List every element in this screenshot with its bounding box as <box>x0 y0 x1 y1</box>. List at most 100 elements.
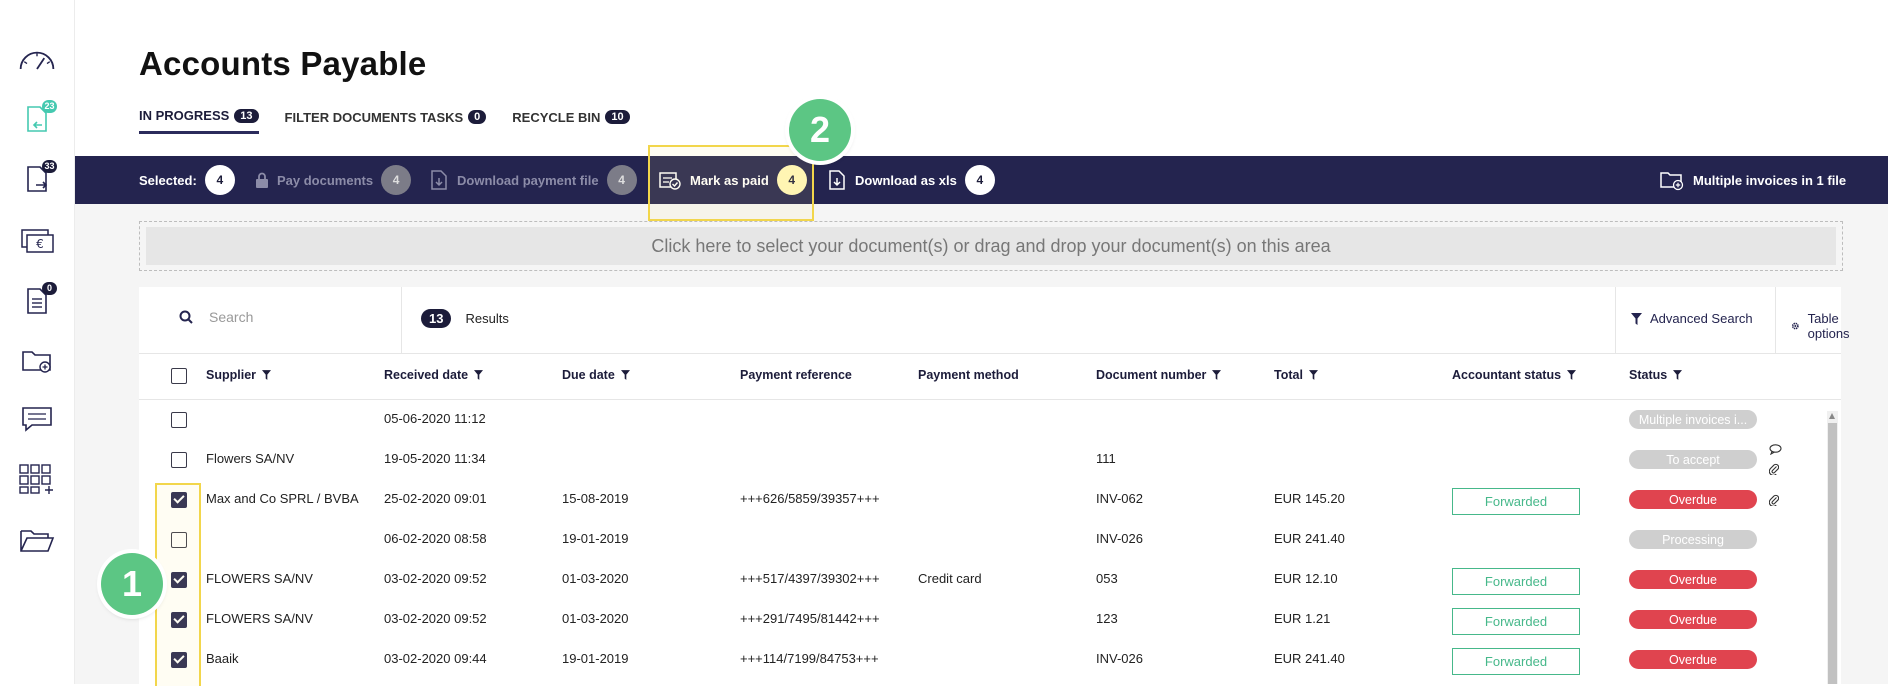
cell-payment-method: Credit card <box>918 571 982 586</box>
cell-payment-reference: +++517/4397/39302+++ <box>740 571 880 586</box>
cell-document-number: INV-062 <box>1096 491 1143 506</box>
accountant-status-badge: Forwarded <box>1452 608 1580 635</box>
main-area: Accounts Payable IN PROGRESS 13 FILTER D… <box>75 0 1888 684</box>
search-box[interactable]: Search <box>179 309 253 325</box>
cell-received-date: 05-06-2020 11:12 <box>384 411 486 426</box>
accountant-status-badge: Forwarded <box>1452 648 1580 675</box>
table-row[interactable]: 05-06-2020 11:12 Multiple invoices i... <box>139 399 1819 439</box>
folder-add-icon[interactable] <box>17 342 57 380</box>
page-header: Accounts Payable IN PROGRESS 13 FILTER D… <box>75 0 1888 156</box>
attachment-icon[interactable] <box>1768 462 1782 480</box>
table-row[interactable]: FLOWERS SA/NV 03-02-2020 09:52 01-03-2020 +… <box>139 599 1819 639</box>
cell-due-date: 19-01-2019 <box>562 651 629 666</box>
table-row[interactable]: 06-02-2020 08:58 19-01-2019 INV-026 EUR 241… <box>139 519 1819 559</box>
folder-add-icon <box>1660 172 1684 191</box>
column-label: Accountant status <box>1452 368 1562 382</box>
sidebar: 23 33 € 0 <box>0 0 75 684</box>
cell-due-date: 15-08-2019 <box>562 491 629 506</box>
gear-icon <box>1791 322 1799 330</box>
column-header-total[interactable]: Total <box>1274 368 1318 382</box>
cell-document-number: 123 <box>1096 611 1118 626</box>
table-row[interactable]: Max and Co SPRL / BVBA 25-02-2020 09:01 15… <box>139 479 1819 519</box>
download-payment-file-button[interactable]: Download payment file 4 <box>429 156 637 204</box>
apps-grid-icon[interactable] <box>17 460 57 498</box>
tab-count: 10 <box>605 110 630 124</box>
attachment-icon[interactable] <box>1768 493 1780 511</box>
scrollbar-thumb[interactable] <box>1828 423 1837 684</box>
table-row[interactable]: Baaik 03-02-2020 09:44 19-01-2019 +++114/71… <box>139 639 1819 679</box>
table-options-button[interactable]: Table options <box>1791 311 1855 341</box>
column-header-payment-reference: Payment reference <box>740 368 852 382</box>
select-all-checkbox[interactable] <box>171 368 187 384</box>
column-header-payment-method: Payment method <box>918 368 1019 382</box>
download-xls-label: Download as xls <box>855 172 957 188</box>
download-xls-count: 4 <box>964 165 995 195</box>
filter-icon[interactable] <box>1673 370 1683 380</box>
svg-text:€: € <box>36 237 44 251</box>
results-label: Results <box>465 311 509 326</box>
filter-icon[interactable] <box>620 370 630 380</box>
vertical-scrollbar[interactable] <box>1827 411 1838 684</box>
filter-icon[interactable] <box>1567 370 1577 380</box>
cell-supplier: Baaik <box>206 651 239 666</box>
filter-icon[interactable] <box>474 370 484 380</box>
upload-dropzone[interactable]: Click here to select your document(s) or… <box>139 221 1843 271</box>
open-folder-icon[interactable] <box>17 521 57 559</box>
lock-icon <box>256 172 268 188</box>
column-label: Received date <box>384 368 469 382</box>
row-icons <box>1768 442 1782 480</box>
filter-icon[interactable] <box>1308 370 1318 380</box>
table-toolbar: Search 13 Results Advanced Search Table … <box>139 287 1850 354</box>
cell-payment-reference: +++626/5859/39357+++ <box>740 491 880 506</box>
incoming-documents-icon[interactable]: 23 <box>17 100 57 138</box>
scroll-up-arrow-icon[interactable] <box>1829 413 1835 419</box>
task-list-icon[interactable]: 0 <box>17 282 57 320</box>
filter-icon[interactable] <box>262 370 272 380</box>
column-label: Supplier <box>206 368 257 382</box>
dropzone-text[interactable]: Click here to select your document(s) or… <box>146 227 1836 265</box>
selected-indicator: Selected: 4 <box>139 156 235 204</box>
cell-received-date: 03-02-2020 09:44 <box>384 651 487 666</box>
status-badge: Overdue <box>1629 570 1757 589</box>
row-checkbox[interactable] <box>171 452 187 468</box>
download-as-xls-button[interactable]: Download as xls 4 <box>827 156 995 204</box>
column-header-accountant-status[interactable]: Accountant status <box>1452 368 1577 382</box>
column-header-supplier[interactable]: Supplier <box>206 368 272 382</box>
bulk-action-bar: Selected: 4 Pay documents 4 Download pay… <box>75 156 1888 204</box>
row-checkbox[interactable] <box>171 412 187 428</box>
table-row[interactable]: FLOWERS SA/NV 03-02-2020 09:52 01-03-2020 +… <box>139 559 1819 599</box>
download-file-icon <box>431 170 447 190</box>
dashboard-gauge-icon[interactable] <box>17 40 57 78</box>
toolbar-divider <box>401 287 402 353</box>
euro-payments-icon[interactable]: € <box>17 222 57 260</box>
multiple-invoices-button[interactable]: Multiple invoices in 1 file <box>1659 156 1846 204</box>
cell-due-date: 01-03-2020 <box>562 611 629 626</box>
mark-as-paid-highlight <box>648 145 814 221</box>
column-label: Total <box>1274 368 1303 382</box>
search-input[interactable]: Search <box>209 309 253 325</box>
advanced-search-button[interactable]: Advanced Search <box>1631 311 1753 326</box>
download-payment-label: Download payment file <box>457 172 599 188</box>
toolbar-divider <box>1775 287 1776 353</box>
column-header-received-date[interactable]: Received date <box>384 368 484 382</box>
filter-icon[interactable] <box>1212 370 1222 380</box>
comment-icon[interactable] <box>1769 442 1782 460</box>
cell-document-number: INV-026 <box>1096 651 1143 666</box>
page-title: Accounts Payable <box>139 45 427 82</box>
results-summary: 13 Results <box>421 309 509 328</box>
tab-label: FILTER DOCUMENTS TASKS <box>284 109 464 125</box>
tab-filter-documents-tasks[interactable]: FILTER DOCUMENTS TASKS 0 <box>285 108 487 134</box>
column-header-due-date[interactable]: Due date <box>562 368 630 382</box>
cell-supplier: FLOWERS SA/NV <box>206 571 313 586</box>
column-header-status[interactable]: Status <box>1629 368 1683 382</box>
outgoing-documents-icon[interactable]: 33 <box>17 160 57 198</box>
table-row[interactable]: Flowers SA/NV 19-05-2020 11:34 111 To accep… <box>139 439 1819 479</box>
pay-documents-button[interactable]: Pay documents 4 <box>255 156 412 204</box>
cell-due-date: 19-01-2019 <box>562 531 629 546</box>
messages-icon[interactable] <box>17 400 57 438</box>
column-header-document-number[interactable]: Document number <box>1096 368 1222 382</box>
cell-received-date: 25-02-2020 09:01 <box>384 491 487 506</box>
tab-in-progress[interactable]: IN PROGRESS 13 <box>139 108 259 134</box>
tab-recycle-bin[interactable]: RECYCLE BIN 10 <box>512 108 630 134</box>
cell-supplier: Max and Co SPRL / BVBA <box>206 491 359 506</box>
